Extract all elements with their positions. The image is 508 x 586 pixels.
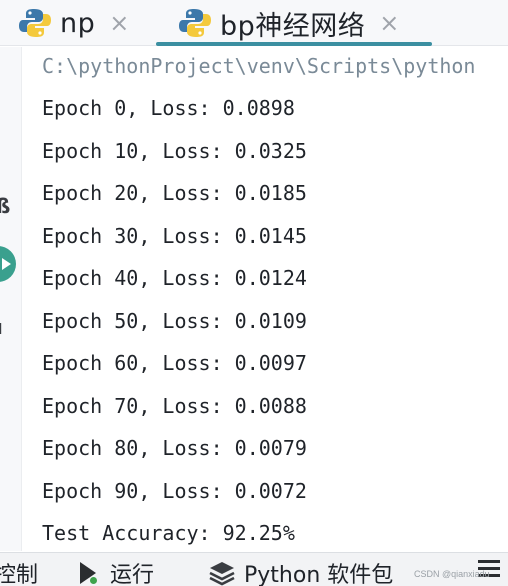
console-line: Epoch 40, Loss: 0.0124 bbox=[42, 266, 307, 290]
tab-np-label: np bbox=[60, 7, 96, 39]
editor-tab-bar: np × bp神经网络 × bbox=[0, 0, 508, 46]
console-line: Epoch 50, Loss: 0.0109 bbox=[42, 309, 307, 333]
python-logo-icon bbox=[179, 9, 211, 37]
python-packages-tool-button[interactable]: Python 软件包 bbox=[208, 557, 393, 586]
tab-np[interactable]: np × bbox=[18, 0, 129, 46]
console-line: Epoch 60, Loss: 0.0097 bbox=[42, 351, 307, 375]
python-logo-icon bbox=[19, 9, 51, 37]
layers-icon bbox=[209, 562, 235, 586]
run-play-icon bbox=[80, 562, 97, 584]
tool-window-gutter: ß ı bbox=[0, 47, 22, 551]
console-line: Epoch 30, Loss: 0.0145 bbox=[42, 224, 307, 248]
watermark: CSDN @qianxiadu bbox=[414, 569, 490, 579]
console-line: Epoch 90, Loss: 0.0072 bbox=[42, 479, 307, 503]
bottom-tool-window-bar: 控制 运行 Python 软件包 CSDN @qianxiadu bbox=[0, 552, 508, 586]
tab-bp-label: bp神经网络 bbox=[220, 10, 366, 42]
console-accuracy-line: Test Accuracy: 92.25% bbox=[42, 521, 295, 545]
run-label: 运行 bbox=[110, 563, 155, 586]
close-icon[interactable]: × bbox=[379, 9, 399, 37]
control-tool-button[interactable]: 控制 bbox=[0, 557, 38, 586]
tab-bp-neural-network[interactable]: bp神经网络 × bbox=[178, 0, 399, 46]
active-tab-indicator bbox=[156, 42, 432, 46]
console-command-line: C:\pythonProject\venv\Scripts\python bbox=[42, 54, 476, 78]
gutter-glyph-top: ß bbox=[0, 194, 11, 218]
rerun-button[interactable] bbox=[0, 246, 16, 282]
close-icon[interactable]: × bbox=[109, 9, 129, 37]
console-line: Epoch 0, Loss: 0.0898 bbox=[42, 96, 295, 120]
console-line: Epoch 70, Loss: 0.0088 bbox=[42, 394, 307, 418]
gutter-glyph-bottom: ı bbox=[0, 315, 3, 339]
run-console-output: C:\pythonProject\venv\Scripts\python Epo… bbox=[42, 52, 508, 550]
control-label: 控制 bbox=[0, 563, 39, 586]
python-packages-label: Python 软件包 bbox=[244, 563, 394, 586]
console-line: Epoch 20, Loss: 0.0185 bbox=[42, 181, 307, 205]
console-line: Epoch 10, Loss: 0.0325 bbox=[42, 139, 307, 163]
console-line: Epoch 80, Loss: 0.0079 bbox=[42, 436, 307, 460]
run-tool-button[interactable]: 运行 bbox=[80, 557, 154, 586]
